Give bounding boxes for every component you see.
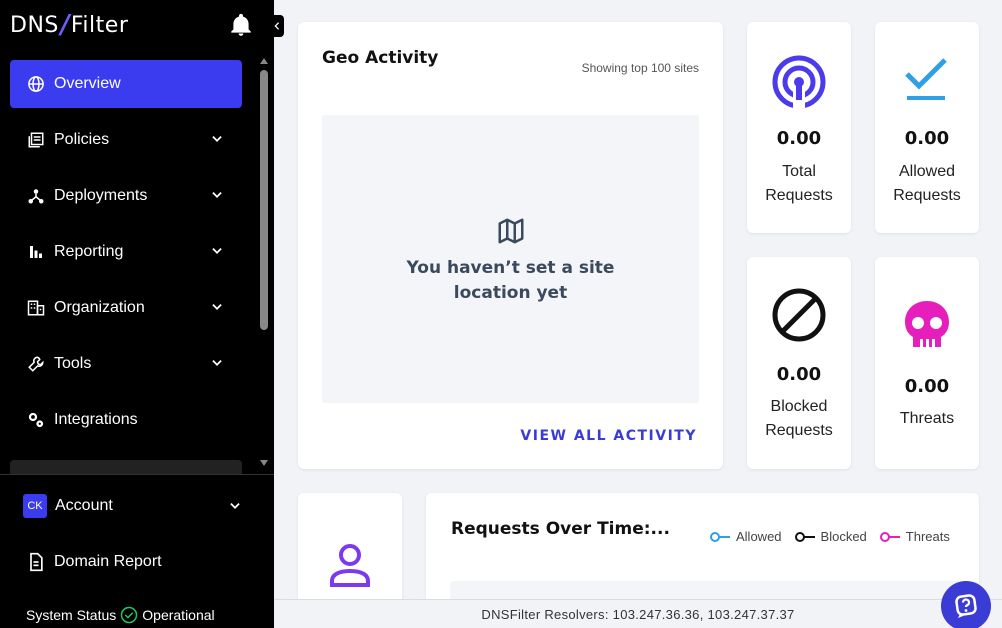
sidebar-item-deployments[interactable]: Deployments	[10, 172, 242, 220]
legend-blocked-marker-icon	[794, 531, 815, 542]
logo-text-filter: Filter	[70, 12, 129, 38]
sidebar-item-label: Tools	[54, 355, 92, 372]
allowed-requests-label: Allowed Requests	[893, 163, 961, 204]
total-requests-label: Total Requests	[765, 163, 833, 204]
check-icon	[905, 58, 947, 100]
legend-threats-marker-icon	[879, 531, 900, 542]
system-status-value: Operational	[142, 607, 215, 623]
users-card	[298, 493, 402, 613]
sidebar-collapse-button[interactable]	[270, 15, 284, 37]
threats-label: Threats	[899, 410, 955, 427]
legend-threats[interactable]: Threats	[879, 529, 950, 544]
sidebar-item-overview[interactable]: Overview	[10, 60, 242, 108]
sidebar-item-label: Integrations	[54, 411, 138, 428]
map-icon	[498, 218, 523, 244]
user-icon	[330, 544, 370, 587]
view-all-activity-link[interactable]: VIEW ALL ACTIVITY	[520, 428, 697, 444]
threats-card: 0.00 Threats	[875, 257, 979, 469]
sidebar-item-tools[interactable]: Tools	[10, 340, 242, 388]
domain-report-label: Domain Report	[54, 553, 162, 570]
legend-allowed-label: Allowed	[736, 529, 782, 544]
dnsfilter-logo[interactable]: DNS / Filter	[10, 8, 128, 42]
system-status[interactable]: System Status Operational	[26, 606, 215, 624]
sidebar-scroll-up[interactable]	[260, 58, 268, 64]
building-icon	[26, 298, 46, 318]
sidebar-item-policies[interactable]: Policies	[10, 116, 242, 164]
chevron-down-icon[interactable]	[210, 132, 224, 146]
sidebar-item-organization[interactable]: Organization	[10, 284, 242, 332]
chevron-down-icon[interactable]	[210, 188, 224, 202]
chart-legend: Allowed Blocked Threats	[710, 529, 963, 544]
blocked-requests-value: 0.00	[776, 364, 822, 385]
geo-map-placeholder: You haven’t set a site location yet	[322, 115, 699, 403]
sidebar-divider	[0, 474, 274, 475]
sidebar-item-label: Overview	[54, 75, 121, 92]
legend-allowed-marker-icon	[710, 531, 730, 542]
geo-empty-message: You haven’t set a site location yet	[406, 258, 615, 303]
threats-value: 0.00	[904, 376, 950, 397]
domain-report-link[interactable]: Domain Report	[10, 538, 250, 586]
account-label: Account	[55, 497, 113, 514]
geo-activity-title: Geo Activity	[322, 48, 439, 68]
sidebar-item-label: Organization	[54, 299, 145, 316]
logo-text-dns: DNS	[10, 12, 59, 38]
bar-chart-icon	[26, 242, 46, 262]
sidebar-scrollbar[interactable]	[260, 70, 268, 330]
broadcast-icon	[772, 55, 826, 110]
blocked-icon	[772, 288, 826, 342]
skull-icon	[905, 301, 949, 347]
blocked-requests-card: 0.00 Blocked Requests	[747, 257, 851, 469]
deployments-icon	[26, 186, 46, 206]
sidebar-item-integrations[interactable]: Integrations	[10, 396, 242, 444]
legend-threats-label: Threats	[905, 529, 950, 544]
allowed-requests-card: 0.00 Allowed Requests	[875, 22, 979, 233]
geo-activity-card: Geo Activity Showing top 100 sites You h…	[298, 22, 723, 469]
policies-icon	[26, 130, 46, 150]
legend-blocked[interactable]: Blocked	[794, 529, 867, 544]
sidebar-item-reporting[interactable]: Reporting	[10, 228, 242, 276]
document-icon	[30, 552, 43, 572]
legend-blocked-label: Blocked	[820, 529, 867, 544]
sidebar-item-label: Deployments	[54, 187, 148, 204]
sidebar-item-label: Policies	[54, 131, 110, 148]
total-requests-value: 0.00	[776, 128, 822, 149]
total-requests-card: 0.00 Total Requests	[747, 22, 851, 233]
avatar: CK	[23, 494, 47, 518]
account-menu[interactable]: CK Account	[10, 482, 250, 530]
gears-icon	[26, 410, 46, 430]
chevron-down-icon[interactable]	[210, 244, 224, 258]
bell-icon[interactable]	[228, 12, 254, 38]
requests-over-time-title: Requests Over Time:...	[451, 519, 670, 539]
geo-activity-subtitle: Showing top 100 sites	[581, 61, 699, 75]
check-circle-icon	[121, 606, 138, 624]
sidebar: DNS / Filter Overview Policies Deployments…	[0, 0, 274, 628]
sidebar-item-partial[interactable]	[10, 460, 242, 474]
chevron-down-icon[interactable]	[228, 499, 242, 513]
chevron-left-icon	[274, 22, 280, 30]
resolvers-text: DNSFilter Resolvers: 103.247.36.36, 103.…	[481, 606, 795, 622]
chevron-down-icon[interactable]	[210, 356, 224, 370]
chevron-down-icon[interactable]	[210, 300, 224, 314]
requests-over-time-card: Requests Over Time:... Allowed Blocked T…	[426, 493, 979, 621]
globe-icon	[26, 74, 46, 94]
blocked-requests-label: Blocked Requests	[765, 398, 833, 439]
legend-allowed[interactable]: Allowed	[710, 529, 782, 544]
help-chat-button[interactable]	[941, 581, 991, 628]
chat-help-icon	[955, 594, 977, 618]
resolvers-footer: DNSFilter Resolvers: 103.247.36.36, 103.…	[274, 599, 1002, 628]
sidebar-scroll-down[interactable]	[260, 460, 268, 466]
wrench-icon	[26, 354, 46, 374]
system-status-label: System Status	[26, 607, 117, 623]
sidebar-item-label: Reporting	[54, 243, 124, 260]
allowed-requests-value: 0.00	[904, 128, 950, 149]
